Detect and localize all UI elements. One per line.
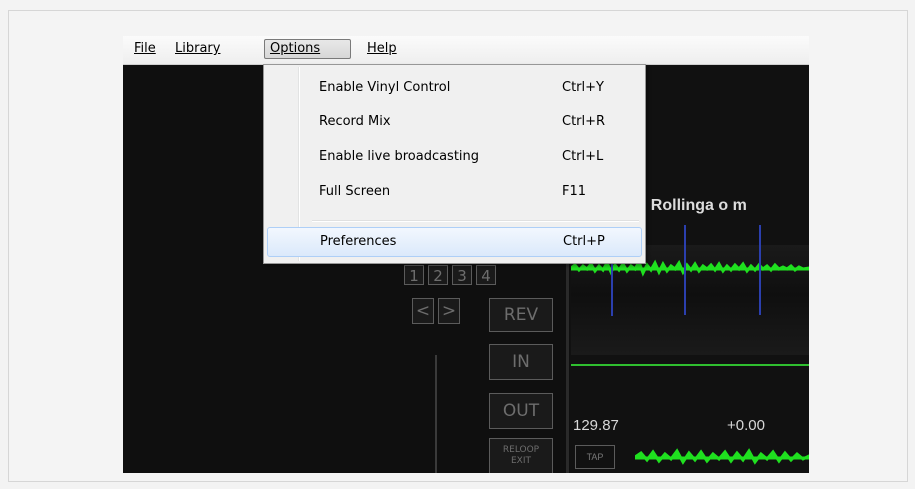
exit-label: EXIT <box>510 456 531 466</box>
rev-button[interactable]: REV <box>489 298 553 332</box>
beatjump-back-button[interactable]: < <box>412 298 434 324</box>
beat-marker <box>611 258 613 316</box>
pitch-display: +0.00 <box>727 417 765 434</box>
menu-bar: File Library Options Help <box>123 36 809 65</box>
beat-marker <box>759 225 761 315</box>
menu-item-enable-live-broadcasting[interactable]: Enable live broadcasting Ctrl+L <box>267 143 642 173</box>
hotcue-2-button[interactable]: 2 <box>428 265 448 285</box>
hotcue-1-button[interactable]: 1 <box>404 265 424 285</box>
loop-in-button[interactable]: IN <box>489 344 553 380</box>
panel-divider <box>566 255 569 473</box>
loop-out-button[interactable]: OUT <box>489 393 553 429</box>
beat-marker <box>684 225 686 315</box>
bpm-display: 129.87 <box>573 417 619 434</box>
menu-file[interactable]: File <box>129 39 161 59</box>
hotcue-4-button[interactable]: 4 <box>476 265 496 285</box>
menu-help[interactable]: Help <box>362 39 402 59</box>
menu-item-label: Full Screen <box>319 184 391 199</box>
menu-item-record-mix[interactable]: Record Mix Ctrl+R <box>267 108 642 138</box>
menu-file-label: File <box>134 41 156 56</box>
playback-line <box>571 364 809 366</box>
menu-separator <box>312 220 639 222</box>
menu-item-label: Enable live broadcasting <box>319 149 480 164</box>
menu-item-shortcut: Ctrl+R <box>562 114 606 129</box>
menu-options[interactable]: Options <box>264 39 351 59</box>
menu-item-label: Enable Vinyl Control <box>319 80 451 95</box>
options-dropdown: Enable Vinyl Control Ctrl+Y Record Mix C… <box>263 64 646 264</box>
menu-item-shortcut: Ctrl+Y <box>562 80 604 95</box>
menu-library[interactable]: Library <box>170 39 225 59</box>
tap-button[interactable]: TAP <box>575 445 615 469</box>
menu-options-label: Options <box>270 41 321 56</box>
menu-help-label: Help <box>367 41 397 56</box>
menu-library-label: Library <box>175 41 221 56</box>
menu-item-label: Record Mix <box>319 114 391 129</box>
menu-item-full-screen[interactable]: Full Screen F11 <box>267 178 642 208</box>
menu-item-shortcut: Ctrl+P <box>563 234 605 249</box>
menu-item-preferences[interactable]: Preferences Ctrl+P <box>267 227 642 257</box>
deck-waveform <box>635 447 809 467</box>
beatjump-forward-button[interactable]: > <box>438 298 460 324</box>
reloop-exit-button[interactable]: RELOOP EXIT <box>489 438 553 473</box>
hotcue-3-button[interactable]: 3 <box>452 265 472 285</box>
deck-waveform-shape <box>635 448 809 465</box>
menu-item-enable-vinyl-control[interactable]: Enable Vinyl Control Ctrl+Y <box>267 74 642 104</box>
menu-item-shortcut: Ctrl+L <box>562 149 604 164</box>
deck-divider-line <box>435 355 437 473</box>
reloop-label: RELOOP <box>502 445 540 455</box>
menu-item-shortcut: F11 <box>562 184 587 199</box>
menu-item-label: Preferences <box>320 234 397 249</box>
